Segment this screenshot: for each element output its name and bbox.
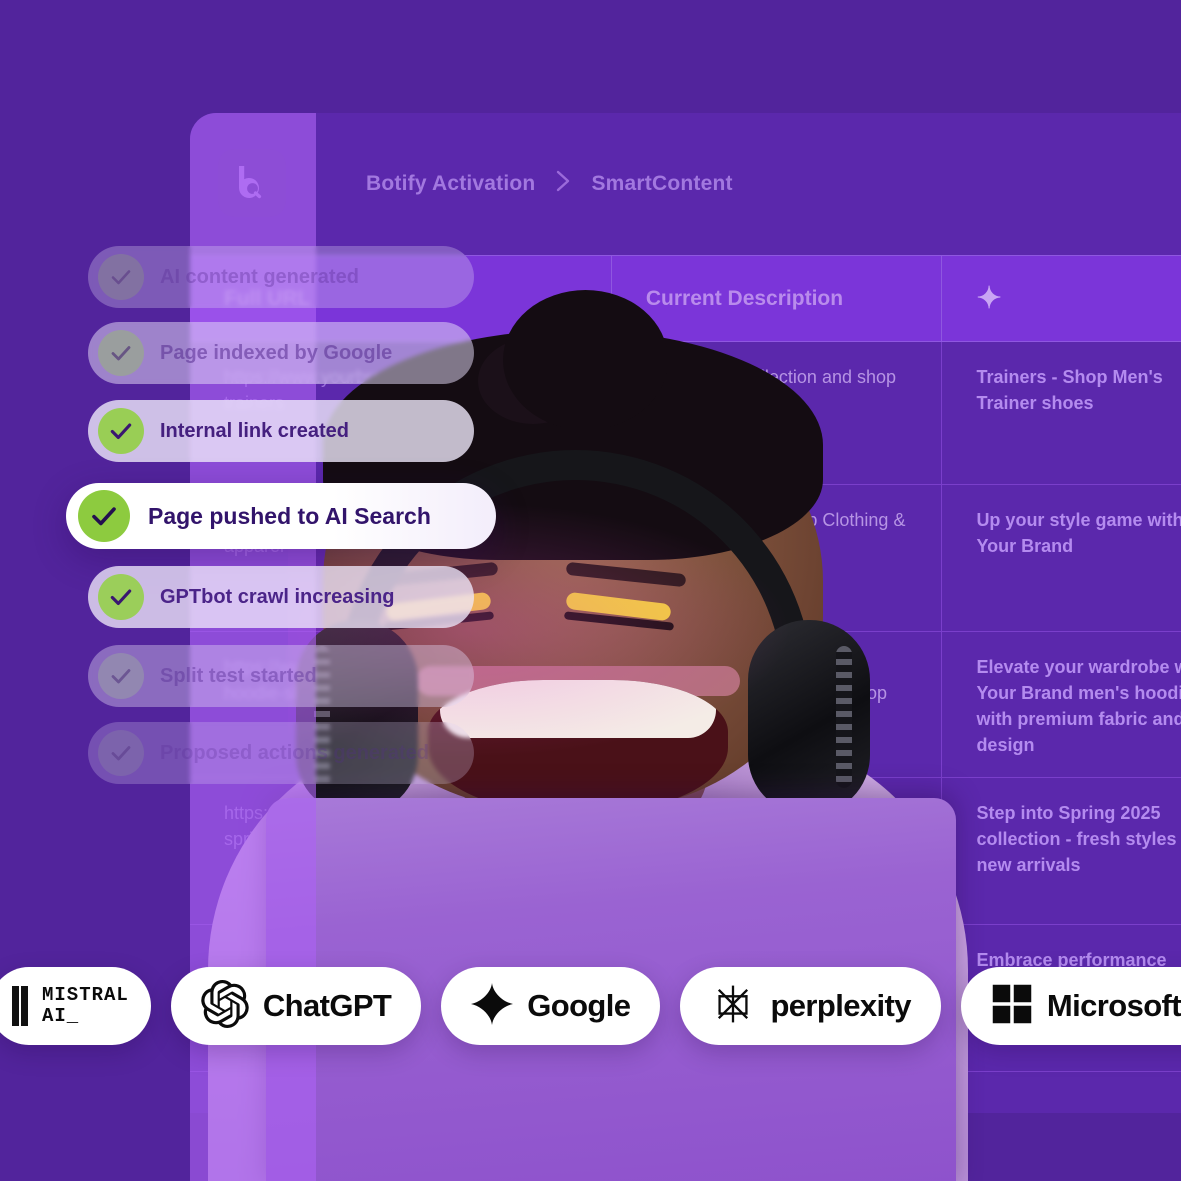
cell-ai-description: Trainers - Shop Men's Trainer shoes <box>942 342 1181 484</box>
cell-description: Discover our men's hoodie collection at … <box>612 632 943 777</box>
checklist-item-label: Page indexed by Google <box>160 341 393 364</box>
checklist-item-label: Internal link created <box>160 419 349 442</box>
checklist-item-label: AI content generated <box>160 265 359 288</box>
checklist-item-page-pushed-to-ai-search[interactable]: Page pushed to AI Search <box>66 483 496 549</box>
google-gemini-sparkle-icon <box>471 982 514 1030</box>
cell-description: Men's Apparel - Shop Clothing & Accessor… <box>612 485 943 631</box>
perplexity-logo-icon <box>710 981 756 1032</box>
checklist-item-internal-link-created[interactable]: Internal link created <box>88 400 474 462</box>
ai-platform-label: ChatGPT <box>262 988 392 1023</box>
ai-platform-pill-perplexity[interactable]: perplexity <box>680 967 941 1045</box>
table-row[interactable]: https://www.yourbrand.com/categories/men… <box>190 778 1181 925</box>
checklist-item-label: Split test started <box>160 664 317 687</box>
check-icon <box>98 330 144 376</box>
ai-platform-logo-row: MISTRAL AI_ ChatGPT Google perplexity Mi… <box>0 967 1181 1045</box>
ai-platform-pill-mistral[interactable]: MISTRAL AI_ <box>0 967 151 1045</box>
marketing-hero-composition: Botify Activation SmartContent Full URL … <box>0 0 1181 1181</box>
mistral-logo-icon <box>12 986 28 1026</box>
chevron-right-icon <box>555 170 571 198</box>
column-header-current-description[interactable]: Current Description <box>612 256 943 341</box>
cell-description: Browse our collection and shop trainer s… <box>612 342 943 484</box>
breadcrumb-root[interactable]: Botify Activation <box>366 172 535 196</box>
check-icon <box>98 574 144 620</box>
cell-ai-description: Up your style game with Your Brand <box>942 485 1181 631</box>
checklist-item-split-test-started[interactable]: Split test started <box>88 645 474 707</box>
check-icon <box>98 408 144 454</box>
ai-platform-pill-google[interactable]: Google <box>441 967 661 1045</box>
ai-platform-label: Microsoft Bing <box>1046 988 1181 1023</box>
check-icon <box>98 653 144 699</box>
checklist-item-label: Page pushed to AI Search <box>148 502 431 529</box>
cell-ai-description: Step into Spring 2025 collection - fresh… <box>942 778 1181 924</box>
column-header-ai-description[interactable]: ✦ <box>942 256 1181 341</box>
ai-platform-label: MISTRAL AI_ <box>42 983 129 1027</box>
ai-platform-pill-microsoft-bing[interactable]: Microsoft Bing <box>960 967 1181 1045</box>
check-icon <box>78 490 130 542</box>
cell-description: Men's Spring 2025 - Discover new arrival… <box>612 778 943 924</box>
cell-ai-description: Elevate your wardrobe with Your Brand me… <box>942 632 1181 777</box>
checklist-item-proposed-actions-generated[interactable]: Proposed actions generated <box>88 722 474 784</box>
checklist-item-page-indexed-by-google[interactable]: Page indexed by Google <box>88 322 474 384</box>
checklist-item-gptbot-crawl-increasing[interactable]: GPTbot crawl increasing <box>88 566 474 628</box>
microsoft-logo-icon <box>991 983 1033 1030</box>
check-icon <box>98 254 144 300</box>
checklist-item-ai-content-generated[interactable]: AI content generated <box>88 246 474 308</box>
check-icon <box>98 730 144 776</box>
app-header: Botify Activation SmartContent <box>190 113 1181 255</box>
openai-logo-icon <box>201 979 249 1033</box>
sparkle-icon: ✦ <box>976 281 1002 315</box>
checklist-item-label: GPTbot crawl increasing <box>160 585 395 608</box>
checklist-item-label: Proposed actions generated <box>160 741 429 764</box>
breadcrumb-current[interactable]: SmartContent <box>591 172 732 196</box>
ai-platform-label: Google <box>527 988 631 1023</box>
breadcrumb: Botify Activation SmartContent <box>366 113 733 255</box>
ai-platform-label: perplexity <box>770 988 911 1023</box>
ai-platform-pill-chatgpt[interactable]: ChatGPT <box>170 967 422 1045</box>
